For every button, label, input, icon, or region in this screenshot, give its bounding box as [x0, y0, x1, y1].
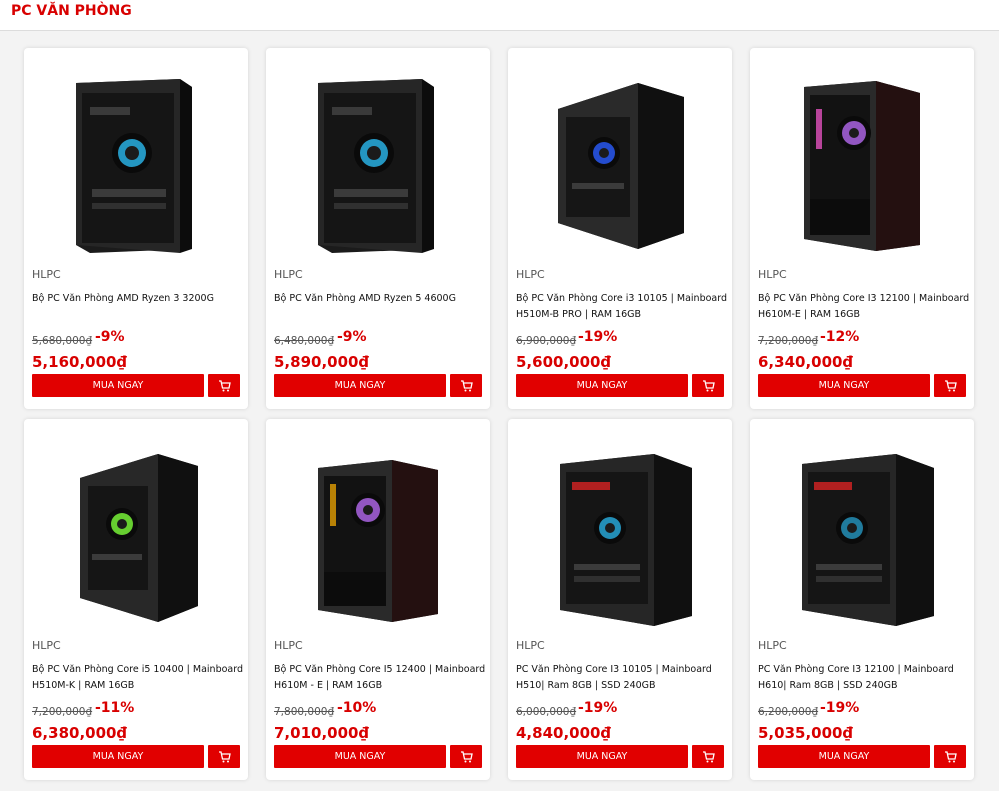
product-price: 4,840,000₫	[516, 724, 611, 742]
product-name[interactable]: Bộ PC Văn Phòng Core i5 10400 | Mainboar…	[32, 662, 244, 694]
buy-now-button[interactable]: MUA NGAY	[274, 374, 446, 397]
product-name[interactable]: Bộ PC Văn Phòng AMD Ryzen 5 4600G	[274, 291, 486, 307]
product-card[interactable]: HLPC Bộ PC Văn Phòng Core I5 12400 | Mai…	[266, 419, 490, 780]
cart-icon	[460, 750, 473, 762]
old-price: 5,680,000₫	[32, 335, 93, 347]
add-to-cart-button[interactable]	[450, 374, 482, 397]
cart-icon	[460, 379, 473, 391]
add-to-cart-button[interactable]	[934, 745, 966, 768]
discount-badge: -12%	[820, 329, 860, 345]
old-price: 6,900,000₫	[516, 335, 577, 347]
cart-icon	[702, 379, 715, 391]
buy-now-button[interactable]: MUA NGAY	[516, 745, 688, 768]
pc-case-icon	[560, 454, 692, 626]
old-price: 6,200,000₫	[758, 706, 819, 718]
product-card[interactable]: HLPC PC Văn Phòng Core I3 10105 | Mainbo…	[508, 419, 732, 780]
product-image[interactable]	[756, 424, 968, 634]
buy-now-button[interactable]: MUA NGAY	[32, 745, 204, 768]
pc-case-icon	[80, 454, 198, 622]
product-brand: HLPC	[274, 268, 303, 281]
product-price: 5,035,000₫	[758, 724, 853, 742]
product-name[interactable]: PC Văn Phòng Core I3 10105 | Mainboard H…	[516, 662, 728, 694]
buy-now-button[interactable]: MUA NGAY	[32, 374, 204, 397]
product-price: 5,890,000₫	[274, 353, 369, 371]
old-price: 7,200,000₫	[758, 335, 819, 347]
product-price: 5,600,000₫	[516, 353, 611, 371]
cart-icon	[218, 750, 231, 762]
buy-now-button[interactable]: MUA NGAY	[758, 374, 930, 397]
product-brand: HLPC	[32, 268, 61, 281]
product-name[interactable]: Bộ PC Văn Phòng Core I3 12100 | Mainboar…	[758, 291, 970, 323]
cart-icon	[944, 750, 957, 762]
pc-case-icon	[804, 81, 920, 251]
product-brand: HLPC	[32, 639, 61, 652]
add-to-cart-button[interactable]	[208, 745, 240, 768]
product-brand: HLPC	[758, 639, 787, 652]
product-brand: HLPC	[516, 639, 545, 652]
section-title: PC VĂN PHÒNG	[11, 3, 132, 19]
buy-now-button[interactable]: MUA NGAY	[516, 374, 688, 397]
discount-badge: -19%	[820, 700, 860, 716]
product-card[interactable]: HLPC Bộ PC Văn Phòng Core i5 10400 | Mai…	[24, 419, 248, 780]
cart-icon	[218, 379, 231, 391]
discount-badge: -19%	[578, 329, 618, 345]
discount-badge: -9%	[95, 329, 125, 345]
product-price: 5,160,000₫	[32, 353, 127, 371]
add-to-cart-button[interactable]	[692, 745, 724, 768]
product-image[interactable]	[272, 53, 484, 263]
product-brand: HLPC	[274, 639, 303, 652]
product-card[interactable]: HLPC Bộ PC Văn Phòng AMD Ryzen 5 4600G 6…	[266, 48, 490, 409]
add-to-cart-button[interactable]	[450, 745, 482, 768]
pc-case-icon	[76, 79, 192, 253]
add-to-cart-button[interactable]	[208, 374, 240, 397]
product-image[interactable]	[30, 424, 242, 634]
section-header: PC VĂN PHÒNG	[0, 0, 999, 31]
old-price: 7,200,000₫	[32, 706, 93, 718]
discount-badge: -19%	[578, 700, 618, 716]
product-brand: HLPC	[758, 268, 787, 281]
old-price: 6,480,000₫	[274, 335, 335, 347]
product-price: 7,010,000₫	[274, 724, 369, 742]
product-image[interactable]	[272, 424, 484, 634]
buy-now-button[interactable]: MUA NGAY	[274, 745, 446, 768]
product-card[interactable]: HLPC Bộ PC Văn Phòng Core I3 12100 | Mai…	[750, 48, 974, 409]
add-to-cart-button[interactable]	[692, 374, 724, 397]
product-card[interactable]: HLPC PC Văn Phòng Core I3 12100 | Mainbo…	[750, 419, 974, 780]
pc-case-icon	[802, 454, 934, 626]
discount-badge: -9%	[337, 329, 367, 345]
product-price: 6,340,000₫	[758, 353, 853, 371]
discount-badge: -10%	[337, 700, 377, 716]
product-image[interactable]	[514, 53, 726, 263]
product-image[interactable]	[514, 424, 726, 634]
product-grid: HLPC Bộ PC Văn Phòng AMD Ryzen 3 3200G 5…	[0, 31, 999, 791]
pc-case-icon	[318, 79, 434, 253]
discount-badge: -11%	[95, 700, 135, 716]
product-name[interactable]: Bộ PC Văn Phòng Core I5 12400 | Mainboar…	[274, 662, 486, 694]
old-price: 6,000,000₫	[516, 706, 577, 718]
add-to-cart-button[interactable]	[934, 374, 966, 397]
product-image[interactable]	[756, 53, 968, 263]
buy-now-button[interactable]: MUA NGAY	[758, 745, 930, 768]
cart-icon	[702, 750, 715, 762]
product-brand: HLPC	[516, 268, 545, 281]
product-name[interactable]: Bộ PC Văn Phòng Core i3 10105 | Mainboar…	[516, 291, 728, 323]
product-name[interactable]: PC Văn Phòng Core I3 12100 | Mainboard H…	[758, 662, 970, 694]
product-card[interactable]: HLPC Bộ PC Văn Phòng AMD Ryzen 3 3200G 5…	[24, 48, 248, 409]
pc-case-icon	[318, 460, 438, 622]
product-card[interactable]: HLPC Bộ PC Văn Phòng Core i3 10105 | Mai…	[508, 48, 732, 409]
product-name[interactable]: Bộ PC Văn Phòng AMD Ryzen 3 3200G	[32, 291, 244, 307]
pc-case-icon	[558, 83, 684, 249]
product-price: 6,380,000₫	[32, 724, 127, 742]
old-price: 7,800,000₫	[274, 706, 335, 718]
product-image[interactable]	[30, 53, 242, 263]
cart-icon	[944, 379, 957, 391]
